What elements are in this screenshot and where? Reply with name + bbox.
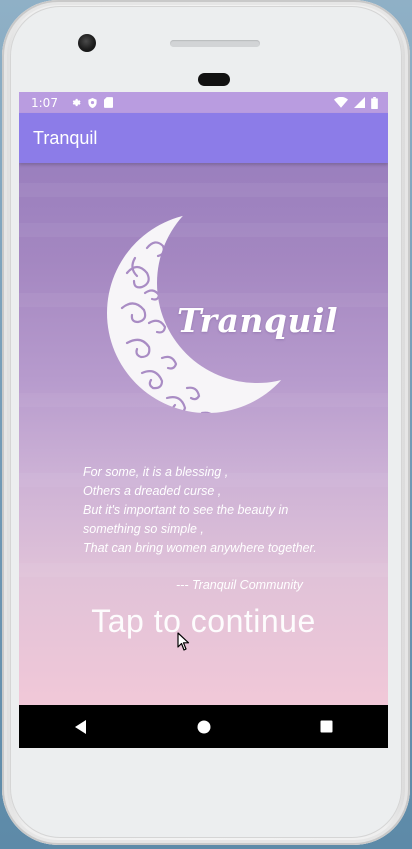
- poem-attribution: --- Tranquil Community: [176, 578, 303, 592]
- brand-wordmark: Tranquil: [177, 301, 339, 340]
- app-title: Tranquil: [33, 128, 98, 148]
- nav-home-button[interactable]: [184, 712, 224, 742]
- speaker-grille: [170, 40, 260, 47]
- tap-to-continue-button[interactable]: Tap to continue: [19, 603, 388, 640]
- status-time: 1:07: [31, 95, 58, 110]
- poem-line: For some, it is a blessing ,: [83, 465, 229, 479]
- status-bar: 1:07: [19, 92, 388, 113]
- front-camera: [78, 34, 96, 52]
- signal-icon: [354, 97, 365, 108]
- recents-icon: [320, 720, 333, 733]
- sd-card-icon: [103, 97, 113, 108]
- nav-recents-button[interactable]: [307, 712, 347, 742]
- settings-icon: [72, 98, 81, 107]
- shield-icon: [88, 97, 97, 108]
- poem-line: Others a dreaded curse ,: [83, 484, 222, 498]
- app-bar: Tranquil: [19, 113, 388, 163]
- home-icon: [197, 720, 210, 733]
- poem-text: For some, it is a blessing , Others a dr…: [83, 463, 373, 558]
- battery-icon: [371, 96, 378, 109]
- bg-band: [19, 563, 388, 577]
- poem-line: But it's important to see the beauty in: [83, 503, 289, 517]
- mouse-cursor-icon: [177, 632, 190, 651]
- back-icon: [74, 719, 86, 734]
- bg-band: [19, 183, 388, 197]
- system-nav-bar: [19, 705, 388, 748]
- nav-back-button[interactable]: [61, 712, 101, 742]
- earpiece: [198, 73, 230, 86]
- poem-line: That can bring women anywhere together.: [83, 541, 317, 555]
- device-screen: 1:07 Tranquil Tranquil For some, it is a…: [19, 92, 388, 748]
- wifi-icon: [334, 97, 348, 108]
- splash-content[interactable]: Tranquil For some, it is a blessing , Ot…: [19, 163, 388, 705]
- poem-line: something so simple ,: [83, 522, 204, 536]
